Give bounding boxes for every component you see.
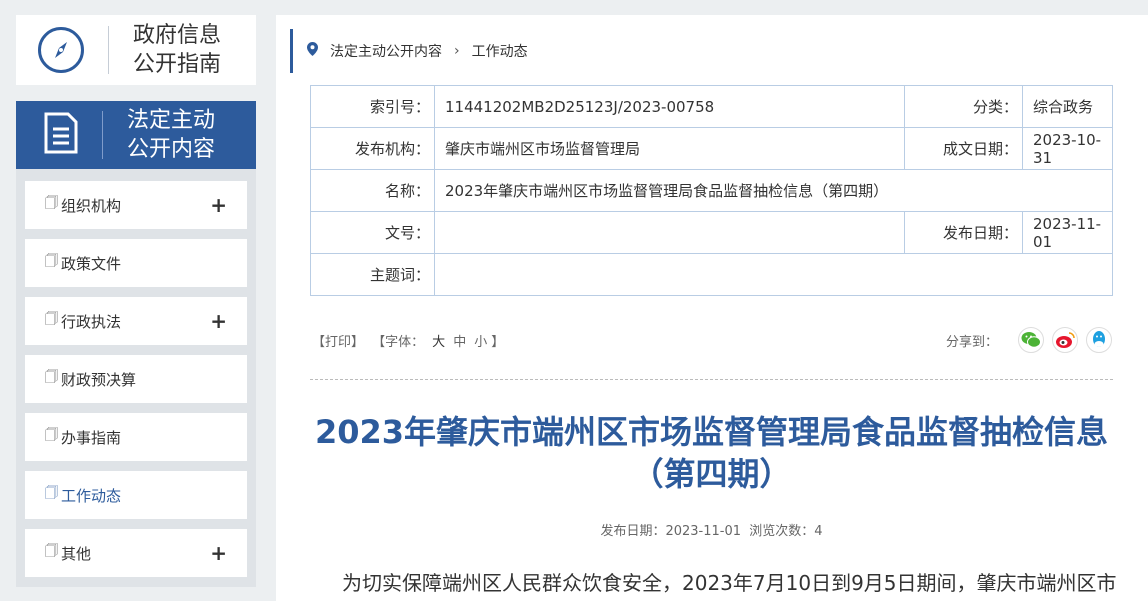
sidebar-item-label: 政策文件: [61, 254, 122, 273]
article-title: 2023年肇庆市端州区市场监督管理局食品监督抽检信息 （第四期）: [310, 411, 1113, 495]
sidebar-item-work-news[interactable]: 🗍 工作动态: [25, 471, 247, 519]
share-bar: 分享到：: [946, 327, 1112, 353]
sidebar-item-label: 组织机构: [61, 196, 122, 215]
category-value: 综合政务: [1022, 85, 1113, 128]
guide-title: 政府信息 公开指南: [133, 21, 233, 79]
sidebar-item-enforcement[interactable]: 🗍 行政执法 +: [25, 297, 247, 345]
breadcrumb-link-work-news[interactable]: 工作动态: [472, 41, 528, 61]
category-label: 分类：: [904, 85, 1023, 128]
page-icon: 🗍: [45, 370, 58, 385]
table-row: 名称： 2023年肇庆市端州区市场监督管理局食品监督抽检信息（第四期）: [310, 169, 1113, 212]
active-title-line2: 公开内容: [127, 137, 216, 162]
active-section-title: 法定主动 公开内容: [127, 106, 227, 164]
page-icon: 🗍: [45, 312, 58, 327]
created-date-value: 2023-10-31: [1022, 127, 1113, 170]
sidebar-item-label: 财政预决算: [61, 370, 137, 389]
font-size-suffix: 】: [491, 334, 505, 350]
sidebar-item-label: 工作动态: [61, 486, 122, 505]
document-icon: [42, 111, 80, 159]
sidebar-item-organization[interactable]: 🗍 组织机构 +: [25, 181, 247, 229]
sidebar-item-label: 行政执法: [61, 312, 122, 331]
font-size-control: 【字体： 大中小】: [372, 335, 508, 350]
divider-line: [310, 379, 1113, 380]
keywords-value: [434, 253, 1113, 296]
main-content: 法定主动公开内容 › 工作动态 索引号： 11441202MB2D25123J/…: [276, 15, 1148, 601]
qq-icon[interactable]: [1086, 327, 1112, 353]
sidebar-item-budget[interactable]: 🗍 财政预决算: [25, 355, 247, 403]
compass-icon: [38, 27, 84, 73]
document-number-value: [434, 211, 905, 254]
guide-title-line2: 公开指南: [133, 52, 222, 77]
print-button[interactable]: 【打印】: [312, 335, 364, 350]
index-label: 索引号：: [310, 85, 435, 128]
font-small-button[interactable]: 小: [474, 335, 487, 350]
article-paragraph: 为切实保障端州区人民群众饮食安全，2023年7月10日到9月5日期间，肇庆市端州…: [342, 571, 1117, 595]
divider: [102, 111, 103, 159]
page-icon: 🗍: [45, 428, 58, 443]
page-icon: 🗍: [45, 486, 58, 501]
breadcrumb-link-public-content[interactable]: 法定主动公开内容: [330, 41, 442, 61]
sidebar-item-guide[interactable]: 🗍 办事指南: [25, 413, 247, 461]
active-title-line1: 法定主动: [127, 108, 216, 133]
active-section-header[interactable]: 法定主动 公开内容: [16, 101, 256, 169]
article-toolbar: 【打印】 【字体： 大中小】 分享到：: [312, 325, 1112, 355]
document-metadata-table: 索引号： 11441202MB2D25123J/2023-00758 分类： 综…: [310, 85, 1113, 296]
table-row: 主题词：: [310, 253, 1113, 296]
expand-icon[interactable]: +: [210, 541, 227, 565]
table-row: 文号： 发布日期： 2023-11-01: [310, 211, 1113, 254]
sidebar-nav: 🗍 组织机构 + 🗍 政策文件 🗍 行政执法 + 🗍 财政预决算 🗍 办事指南 🗍 工作动态…: [16, 169, 256, 587]
publish-date-value: 2023-11-01: [1022, 211, 1113, 254]
wechat-icon[interactable]: [1018, 327, 1044, 353]
guide-title-line1: 政府信息: [133, 23, 222, 48]
expand-icon[interactable]: +: [210, 309, 227, 333]
name-value: 2023年肇庆市端州区市场监督管理局食品监督抽检信息（第四期）: [434, 169, 1113, 212]
sidebar-item-policy[interactable]: 🗍 政策文件: [25, 239, 247, 287]
publisher-label: 发布机构：: [310, 127, 435, 170]
sidebar-item-label: 其他: [61, 544, 92, 563]
article-title-line2: （第四期）: [631, 455, 792, 493]
publisher-value: 肇庆市端州区市场监督管理局: [434, 127, 905, 170]
article-publish-info: 发布日期：2023-11-01 浏览次数：4: [600, 524, 823, 539]
breadcrumb-separator-icon: ›: [454, 43, 460, 59]
expand-icon[interactable]: +: [210, 193, 227, 217]
keywords-label: 主题词：: [310, 253, 435, 296]
document-number-label: 文号：: [310, 211, 435, 254]
share-label: 分享到：: [945, 334, 998, 350]
sidebar-item-other[interactable]: 🗍 其他 +: [25, 529, 247, 577]
index-value: 11441202MB2D25123J/2023-00758: [434, 85, 905, 128]
location-pin-icon: [307, 42, 318, 60]
name-label: 名称：: [310, 169, 435, 212]
sidebar-item-label: 办事指南: [61, 428, 122, 447]
font-size-prefix: 【字体：: [372, 334, 425, 350]
divider: [108, 26, 109, 74]
font-medium-button[interactable]: 中: [453, 335, 466, 350]
guide-link[interactable]: 政府信息 公开指南: [16, 15, 256, 85]
article-title-line1: 2023年肇庆市端州区市场监督管理局食品监督抽检信息: [314, 413, 1109, 451]
page-icon: 🗍: [45, 196, 58, 211]
breadcrumb: 法定主动公开内容 › 工作动态: [290, 29, 1132, 73]
font-large-button[interactable]: 大: [432, 335, 445, 350]
page-icon: 🗍: [45, 254, 58, 269]
weibo-icon[interactable]: [1052, 327, 1078, 353]
table-row: 发布机构： 肇庆市端州区市场监督管理局 成文日期： 2023-10-31: [310, 127, 1113, 170]
created-date-label: 成文日期：: [904, 127, 1023, 170]
table-row: 索引号： 11441202MB2D25123J/2023-00758 分类： 综…: [310, 85, 1113, 128]
page-icon: 🗍: [45, 544, 58, 559]
publish-date-label: 发布日期：: [904, 211, 1023, 254]
